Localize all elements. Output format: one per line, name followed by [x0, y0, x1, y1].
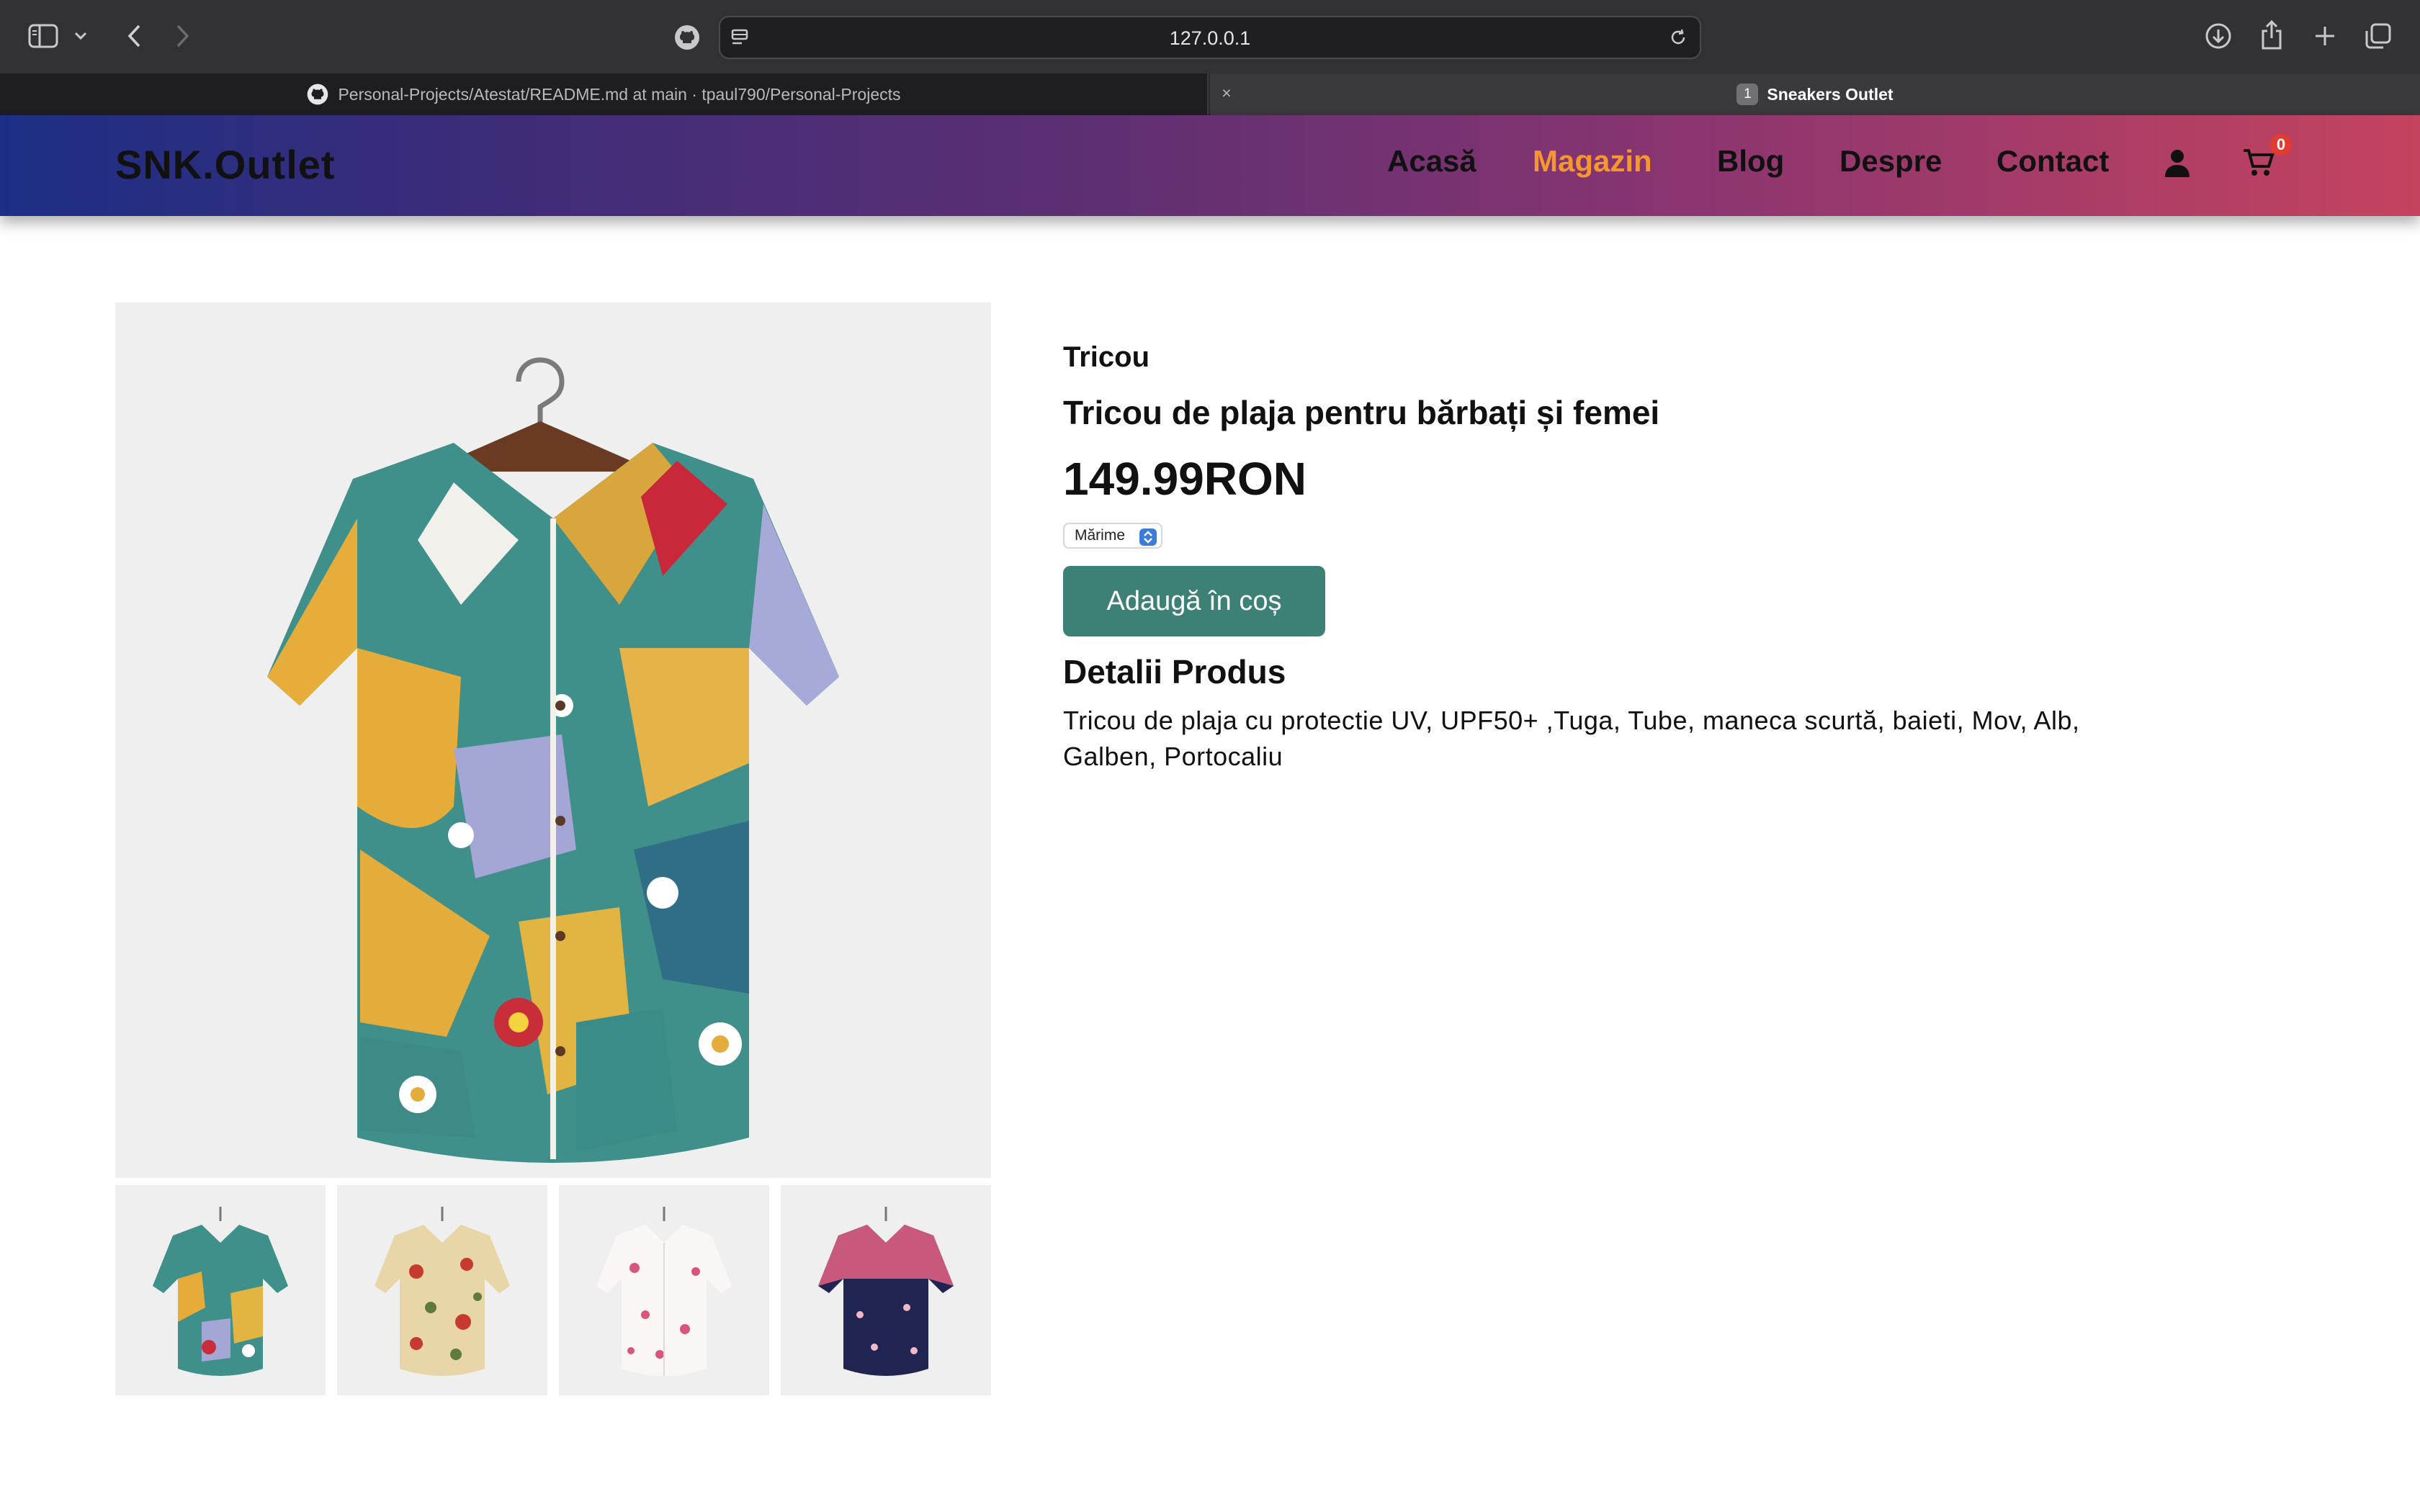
product-thumbnail-3[interactable]	[559, 1185, 769, 1395]
new-tab-icon[interactable]	[2311, 22, 2339, 50]
tab-strip: Personal-Projects/Atestat/README.md at m…	[0, 73, 2420, 115]
site-header: SNK.Outlet Acasă Magazin Blog Despre Con…	[0, 115, 2420, 216]
product-title: Tricou de plaja pentru bărbați și femei	[1063, 394, 1660, 431]
close-tab-icon[interactable]: ×	[1217, 82, 1236, 104]
product-price: 149.99RON	[1063, 453, 1307, 505]
product-thumbnail-1[interactable]	[115, 1185, 326, 1395]
nav-contact[interactable]: Contact	[1996, 144, 2109, 179]
url-text[interactable]: 127.0.0.1	[720, 27, 1700, 50]
cart-icon[interactable]	[2243, 148, 2275, 181]
tab-overview-icon[interactable]	[2364, 22, 2393, 50]
details-heading: Detalii Produs	[1063, 653, 1286, 690]
nav-acasa[interactable]: Acasă	[1387, 144, 1476, 179]
tab-github-readme[interactable]: Personal-Projects/Atestat/README.md at m…	[0, 73, 1209, 115]
size-select-value: Mărime	[1075, 527, 1126, 544]
downloads-icon[interactable]	[2204, 22, 2233, 50]
tab-label: Personal-Projects/Atestat/README.md at m…	[338, 84, 901, 104]
tab-label: Sneakers Outlet	[1767, 84, 1894, 104]
tab-sneakers-outlet[interactable]: 1 Sneakers Outlet	[1210, 73, 2420, 115]
nav-despre[interactable]: Despre	[1839, 144, 1942, 179]
product-main-image[interactable]	[115, 302, 991, 1178]
product-description: Tricou de plaja cu protectie UV, UPF50+ …	[1063, 706, 2080, 771]
back-icon[interactable]	[121, 23, 147, 49]
github-icon	[306, 83, 329, 106]
nav-blog[interactable]: Blog	[1717, 144, 1784, 179]
share-icon[interactable]	[2257, 19, 2286, 50]
nav-magazin[interactable]: Magazin	[1533, 144, 1652, 179]
site-logo[interactable]: SNK.Outlet	[115, 141, 336, 188]
browser-toolbar: 127.0.0.1	[0, 0, 2420, 73]
forward-icon[interactable]	[170, 23, 196, 49]
product-thumbnail-4[interactable]	[781, 1185, 991, 1395]
product-category: Tricou	[1063, 341, 1150, 373]
add-to-cart-button[interactable]: Adaugă în coș	[1063, 566, 1325, 636]
product-thumbnail-2[interactable]	[337, 1185, 547, 1395]
sidebar-toggle-icon[interactable]	[27, 23, 59, 49]
cart-count-badge: 0	[2270, 134, 2292, 156]
github-icon	[673, 23, 702, 52]
chevron-down-icon[interactable]	[72, 27, 89, 45]
select-arrows-icon	[1139, 528, 1157, 546]
reload-icon[interactable]	[1667, 26, 1690, 49]
tab-index-badge: 1	[1736, 84, 1759, 105]
user-icon[interactable]	[2164, 148, 2191, 181]
address-bar[interactable]: 127.0.0.1	[719, 16, 1701, 59]
size-select[interactable]: Mărime	[1063, 523, 1162, 549]
